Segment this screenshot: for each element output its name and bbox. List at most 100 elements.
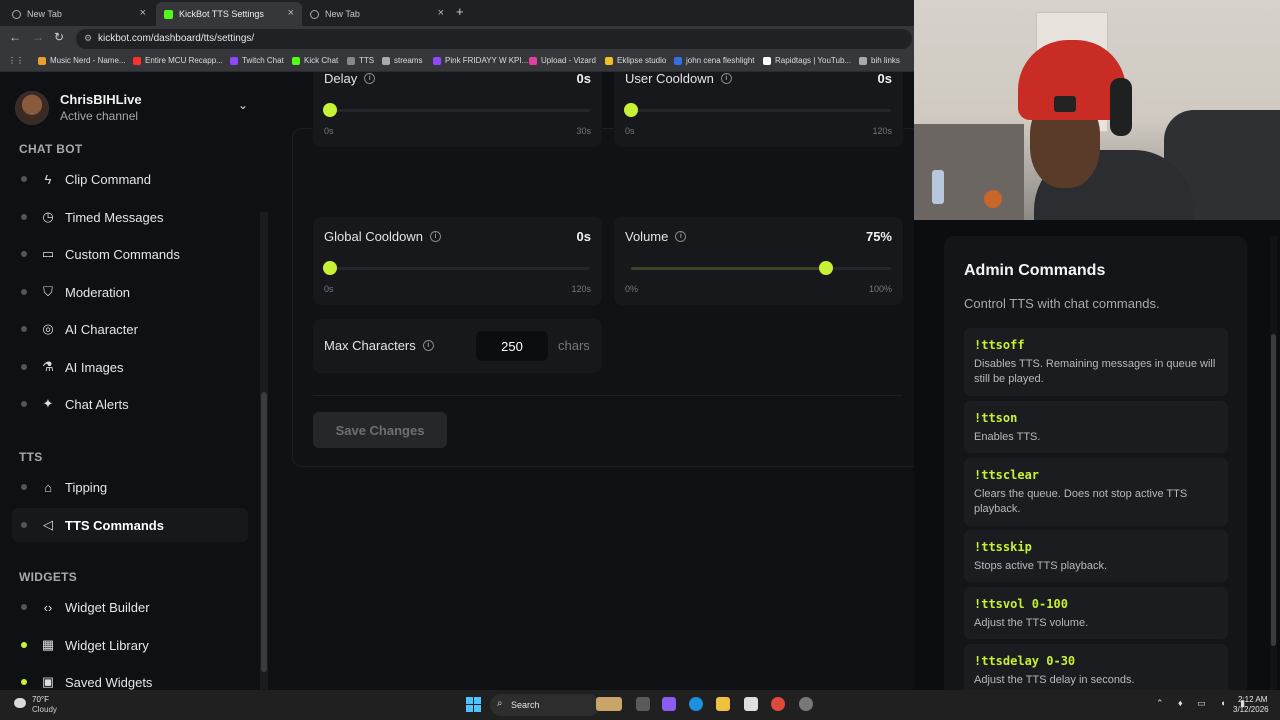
close-icon[interactable]: × — [288, 7, 294, 19]
bookmark-item[interactable]: john cena fleshlight — [674, 56, 755, 65]
info-icon[interactable]: i — [422, 340, 434, 351]
edge-icon[interactable] — [689, 697, 703, 711]
bookmark-item[interactable]: Pink FRIDAYY W KPI... — [433, 56, 528, 65]
bookmark-item[interactable]: Eklipse studio — [605, 56, 666, 65]
youtube-icon — [133, 56, 141, 65]
copilot-icon[interactable] — [662, 697, 676, 711]
reload-icon[interactable]: ↻ — [54, 30, 64, 44]
avatar — [15, 91, 49, 125]
app-icon[interactable] — [799, 697, 813, 711]
kickbot-app: ChrisBIHLive Active channel ⌄ CHAT BOT ϟ C… — [0, 72, 914, 690]
bookmark-item[interactable]: Twitch Chat — [230, 56, 284, 65]
cloud-icon[interactable] — [14, 698, 26, 708]
tab-label: KickBot TTS Settings — [179, 9, 264, 19]
sidebar-item-widget-library[interactable]: ▦ Widget Library — [12, 628, 248, 662]
bookmark-item[interactable]: Upload - Vizard — [529, 56, 596, 65]
sidebar-item-label: Chat Alerts — [65, 396, 129, 412]
slider-handle[interactable] — [624, 103, 638, 117]
taskbar-search[interactable]: ⌕ Search — [490, 694, 600, 716]
channel-switcher[interactable]: ChrisBIHLive Active channel ⌄ — [0, 72, 270, 140]
sidebar-item-timed-messages[interactable]: ◷ Timed Messages — [12, 200, 248, 234]
close-icon[interactable]: × — [438, 7, 444, 19]
info-icon[interactable]: i — [430, 231, 442, 242]
sidebar-item-saved-widgets[interactable]: ▣ Saved Widgets — [12, 665, 248, 690]
file-explorer-icon[interactable] — [716, 697, 730, 711]
sidebar-item-widget-builder[interactable]: ‹› Widget Builder — [12, 590, 248, 624]
kick-icon — [292, 56, 300, 65]
webcam-scene — [1110, 78, 1132, 136]
info-icon[interactable]: i — [720, 73, 732, 84]
apps-icon[interactable]: ⋮⋮ — [8, 56, 24, 65]
sidebar-item-chat-alerts[interactable]: ✦ Chat Alerts — [12, 387, 248, 421]
chevron-down-icon[interactable]: ⌄ — [238, 98, 248, 112]
bookmark-item[interactable]: TTS — [347, 56, 374, 65]
globe-icon — [12, 9, 21, 19]
save-changes-button[interactable]: Save Changes — [313, 412, 447, 448]
slider-handle[interactable] — [323, 261, 337, 275]
task-view-icon[interactable] — [636, 697, 650, 711]
chrome-icon[interactable] — [771, 697, 785, 711]
sidebar-item-clip-command[interactable]: ϟ Clip Command — [12, 162, 248, 196]
sidebar-scrollbar[interactable] — [260, 212, 268, 690]
close-icon[interactable]: × — [140, 7, 146, 19]
sidebar-item-moderation[interactable]: ⛉ Moderation — [12, 275, 248, 309]
bookmark-label: bih links — [871, 56, 900, 65]
bookmark-item[interactable]: bih links — [859, 56, 900, 65]
info-icon[interactable]: i — [675, 231, 687, 242]
bookmark-item[interactable]: streams — [382, 56, 422, 65]
weather-desc: Cloudy — [32, 705, 57, 714]
sidebar-item-label: Timed Messages — [65, 209, 164, 225]
status-dot — [21, 604, 27, 610]
weather-temp: 70°F — [32, 695, 49, 704]
max-characters-input[interactable] — [476, 331, 548, 361]
search-icon: ⌕ — [497, 698, 503, 709]
setting-value: 75% — [865, 229, 892, 244]
browser-tab[interactable]: New Tab × — [302, 2, 452, 26]
slider-handle[interactable] — [819, 261, 833, 275]
sidebar-item-custom-commands[interactable]: ▭ Custom Commands — [12, 237, 248, 271]
admin-command: !ttsclear Clears the queue. Does not stop… — [964, 458, 1228, 526]
sidebar-item-tts-commands[interactable]: ◁ TTS Commands — [12, 508, 248, 542]
slider-handle[interactable] — [323, 103, 337, 117]
browser-tab-active[interactable]: KickBot TTS Settings × — [156, 2, 302, 26]
back-icon[interactable]: ← — [9, 30, 21, 44]
timer-icon: ◷ — [42, 209, 54, 224]
status-dot — [21, 679, 27, 685]
site-info-icon[interactable]: ⚙ — [84, 33, 92, 44]
setting-label-row: Global Cooldown i — [324, 229, 442, 244]
bookmark-item[interactable]: Music Nerd - Name... — [38, 56, 126, 65]
status-dot — [21, 289, 27, 295]
webcam-scene — [1054, 96, 1076, 112]
address-input[interactable]: ⚙ kickbot.com/dashboard/tts/settings/ — [76, 29, 912, 49]
bookmark-item[interactable]: Kick Chat — [292, 56, 338, 65]
slider-track[interactable] — [323, 261, 590, 275]
status-dot — [21, 522, 27, 528]
slider-track[interactable] — [624, 103, 891, 117]
bookmark-label: Pink FRIDAYY W KPI... — [445, 56, 529, 65]
bookmark-favicon-icon — [38, 56, 46, 65]
bookmark-label: streams — [394, 56, 423, 65]
windows-start-icon[interactable] — [466, 697, 481, 712]
slider-track[interactable] — [631, 261, 891, 275]
sidebar-item-ai-images[interactable]: ⚗ AI Images — [12, 350, 248, 384]
clock-time: 2:12 AM — [1238, 695, 1268, 704]
webcam-overlay — [914, 0, 1280, 220]
browser-tab[interactable]: New Tab × — [4, 2, 154, 26]
sidebar-item-label: AI Images — [65, 359, 124, 375]
setting-value: 0s — [576, 229, 591, 244]
sidebar-item-tipping[interactable]: ⌂ Tipping — [12, 470, 248, 504]
globe-icon — [310, 9, 319, 19]
store-icon[interactable] — [744, 697, 758, 711]
info-icon[interactable]: i — [364, 73, 376, 84]
bookmark-label: Eklipse studio — [617, 56, 667, 65]
forward-icon[interactable]: → — [32, 30, 44, 44]
new-tab-icon[interactable]: + — [456, 4, 464, 19]
bookmark-item[interactable]: Entire MCU Recapp... — [133, 56, 223, 65]
scrollbar-thumb[interactable] — [1271, 334, 1276, 646]
sidebar-item-ai-character[interactable]: ◎ AI Character — [12, 312, 248, 346]
bookmark-item[interactable]: Rapidtags | YouTub... — [763, 56, 851, 65]
setting-label: Volume — [625, 229, 669, 244]
scrollbar-thumb[interactable] — [261, 392, 267, 672]
widgets-icon[interactable] — [596, 697, 622, 711]
slider-track[interactable] — [323, 103, 590, 117]
